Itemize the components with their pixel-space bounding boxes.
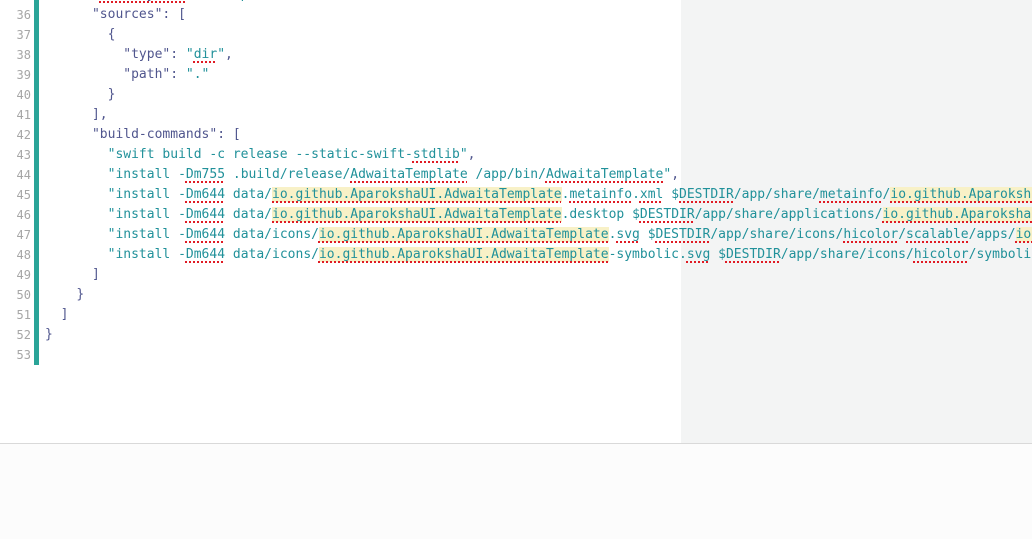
code-line: 37 { [0, 25, 1032, 45]
git-change-bar [34, 5, 39, 25]
line-number: 53 [0, 345, 31, 365]
code-text: "build-commands": [ [45, 125, 241, 145]
git-change-bar [34, 245, 39, 265]
git-change-bar [34, 65, 39, 85]
code-line: 43 "swift build -c release --static-swif… [0, 145, 1032, 165]
code-text: "type": "dir", [45, 45, 233, 65]
git-change-bar [34, 225, 39, 245]
code-text: "install -Dm644 data/io.github.Aparoksha… [45, 185, 1032, 205]
line-number: 36 [0, 5, 31, 25]
git-change-bar [34, 125, 39, 145]
code-text: "sources": [ [45, 5, 186, 25]
line-number: 48 [0, 245, 31, 265]
code-text: } [45, 325, 53, 345]
code-lines: "buildsystem": "simple",36 "sources": [3… [0, 0, 1032, 365]
line-number: 46 [0, 205, 31, 225]
code-line: 52} [0, 325, 1032, 345]
code-line: 44 "install -Dm755 .build/release/Adwait… [0, 165, 1032, 185]
code-text: "install -Dm644 data/io.github.Aparoksha… [45, 205, 1032, 225]
code-text: "install -Dm644 data/icons/io.github.Apa… [45, 225, 1032, 245]
line-number: 41 [0, 105, 31, 125]
git-change-bar [34, 145, 39, 165]
code-text: { [45, 25, 115, 45]
code-line: 39 "path": "." [0, 65, 1032, 85]
git-change-bar [34, 85, 39, 105]
code-text: "swift build -c release --static-swift-s… [45, 145, 476, 165]
code-line: 49 ] [0, 265, 1032, 285]
code-line: 42 "build-commands": [ [0, 125, 1032, 145]
code-line: 36 "sources": [ [0, 5, 1032, 25]
code-text: ] [45, 265, 100, 285]
git-change-bar [34, 105, 39, 125]
git-change-bar [34, 305, 39, 325]
line-number: 40 [0, 85, 31, 105]
code-line: 47 "install -Dm644 data/icons/io.github.… [0, 225, 1032, 245]
code-text: ] [45, 305, 68, 325]
code-line: 38 "type": "dir", [0, 45, 1032, 65]
git-change-bar [34, 325, 39, 345]
code-line: 46 "install -Dm644 data/io.github.Aparok… [0, 205, 1032, 225]
git-change-bar [34, 165, 39, 185]
code-line: 51 ] [0, 305, 1032, 325]
git-change-bar [34, 285, 39, 305]
line-number: 37 [0, 25, 31, 45]
code-text: "install -Dm755 .build/release/AdwaitaTe… [45, 165, 679, 185]
line-number: 51 [0, 305, 31, 325]
line-number: 50 [0, 285, 31, 305]
line-number: 39 [0, 65, 31, 85]
line-number: 47 [0, 225, 31, 245]
code-line: 40 } [0, 85, 1032, 105]
git-change-bar [34, 205, 39, 225]
line-number: 52 [0, 325, 31, 345]
code-text: ], [45, 105, 108, 125]
editor-window: "buildsystem": "simple",36 "sources": [3… [0, 0, 1032, 539]
line-number: 45 [0, 185, 31, 205]
code-line: 45 "install -Dm644 data/io.github.Aparok… [0, 185, 1032, 205]
line-number: 42 [0, 125, 31, 145]
git-change-bar [34, 45, 39, 65]
line-number: 43 [0, 145, 31, 165]
find-replace-bar: io.github.AparokshaUI.AdwaitaTemplate 0 … [0, 443, 1032, 539]
code-text: } [45, 85, 115, 105]
source-view[interactable]: "buildsystem": "simple",36 "sources": [3… [0, 0, 1032, 443]
line-number: 49 [0, 265, 31, 285]
git-change-bar [34, 265, 39, 285]
code-line: 50 } [0, 285, 1032, 305]
git-change-bar [34, 185, 39, 205]
code-text: "path": "." [45, 65, 209, 85]
code-line: 53 [0, 345, 1032, 365]
code-line: 48 "install -Dm644 data/icons/io.github.… [0, 245, 1032, 265]
code-text: } [45, 285, 84, 305]
git-change-bar [34, 345, 39, 365]
code-line: 41 ], [0, 105, 1032, 125]
git-change-bar [34, 25, 39, 45]
line-number: 38 [0, 45, 31, 65]
code-text: "install -Dm644 data/icons/io.github.Apa… [45, 245, 1032, 265]
line-number: 44 [0, 165, 31, 185]
